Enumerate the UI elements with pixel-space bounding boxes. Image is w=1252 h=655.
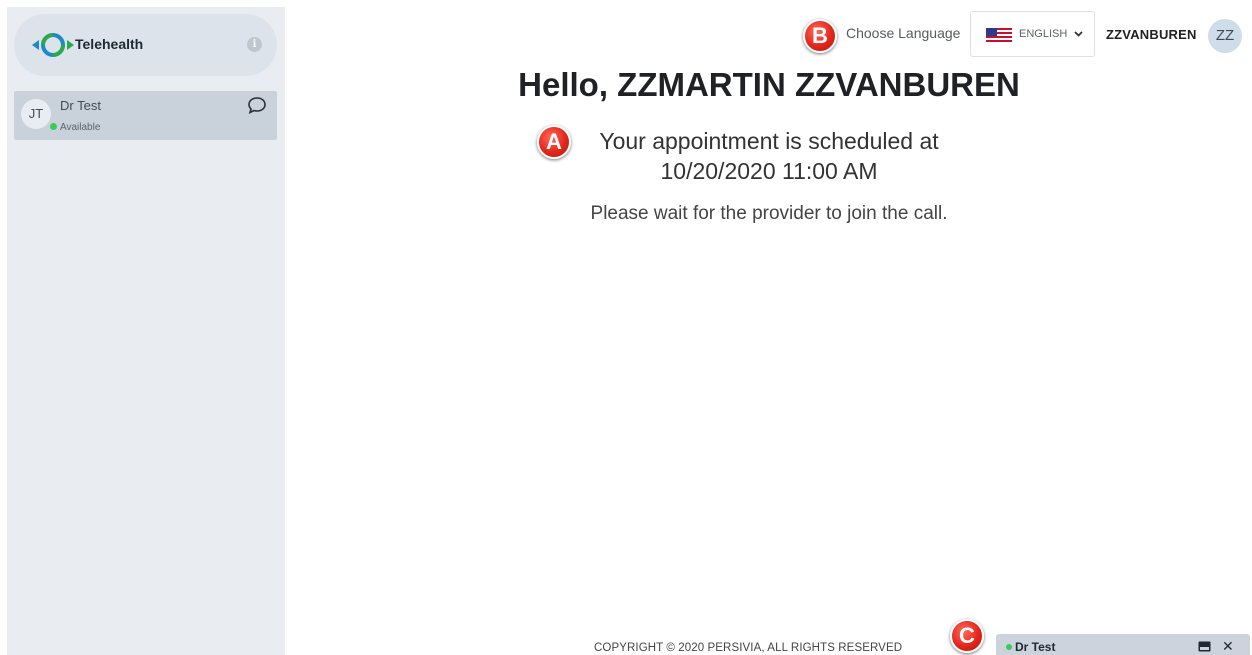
sidebar: Telehealth i JT Dr Test Available: [7, 7, 285, 655]
chat-window-header[interactable]: Dr Test ✕: [996, 634, 1250, 655]
presence-dot-icon: [1006, 644, 1012, 650]
chat-window-name: Dr Test: [1015, 640, 1056, 654]
telehealth-logo: [32, 33, 74, 57]
brand-name: Telehealth: [75, 36, 144, 52]
choose-language-label: Choose Language: [846, 25, 961, 41]
close-icon[interactable]: ✕: [1222, 638, 1234, 654]
minimize-icon[interactable]: [1198, 641, 1211, 652]
user-name[interactable]: ZZVANBUREN: [1106, 27, 1197, 42]
contact-avatar: JT: [21, 99, 51, 129]
language-selected-value: ENGLISH: [1019, 28, 1068, 40]
info-icon[interactable]: i: [247, 37, 262, 52]
appointment-datetime: 10/20/2020 11:00 AM: [660, 158, 878, 184]
appointment-text: Your appointment is scheduled at: [599, 128, 939, 154]
contact-item-dr-test[interactable]: JT Dr Test Available: [14, 91, 277, 140]
brand-header: Telehealth i: [14, 14, 277, 76]
contact-status: Available: [60, 122, 101, 133]
presence-dot-icon: [50, 123, 57, 130]
copyright-text: COPYRIGHT © 2020 PERSIVIA, ALL RIGHTS RE…: [594, 642, 903, 654]
language-select[interactable]: ENGLISH: [970, 11, 1095, 57]
contact-name: Dr Test: [60, 98, 101, 113]
annotation-badge-b: B: [803, 19, 837, 53]
wait-message: Please wait for the provider to join the…: [590, 203, 948, 224]
us-flag-icon: [986, 28, 1012, 42]
chat-bubble-icon[interactable]: [247, 96, 267, 114]
user-avatar[interactable]: ZZ: [1208, 19, 1242, 53]
chevron-down-icon: [1074, 31, 1083, 37]
greeting-heading: Hello, ZZMARTIN ZZVANBUREN: [518, 66, 1020, 103]
annotation-badge-c: C: [950, 619, 984, 653]
